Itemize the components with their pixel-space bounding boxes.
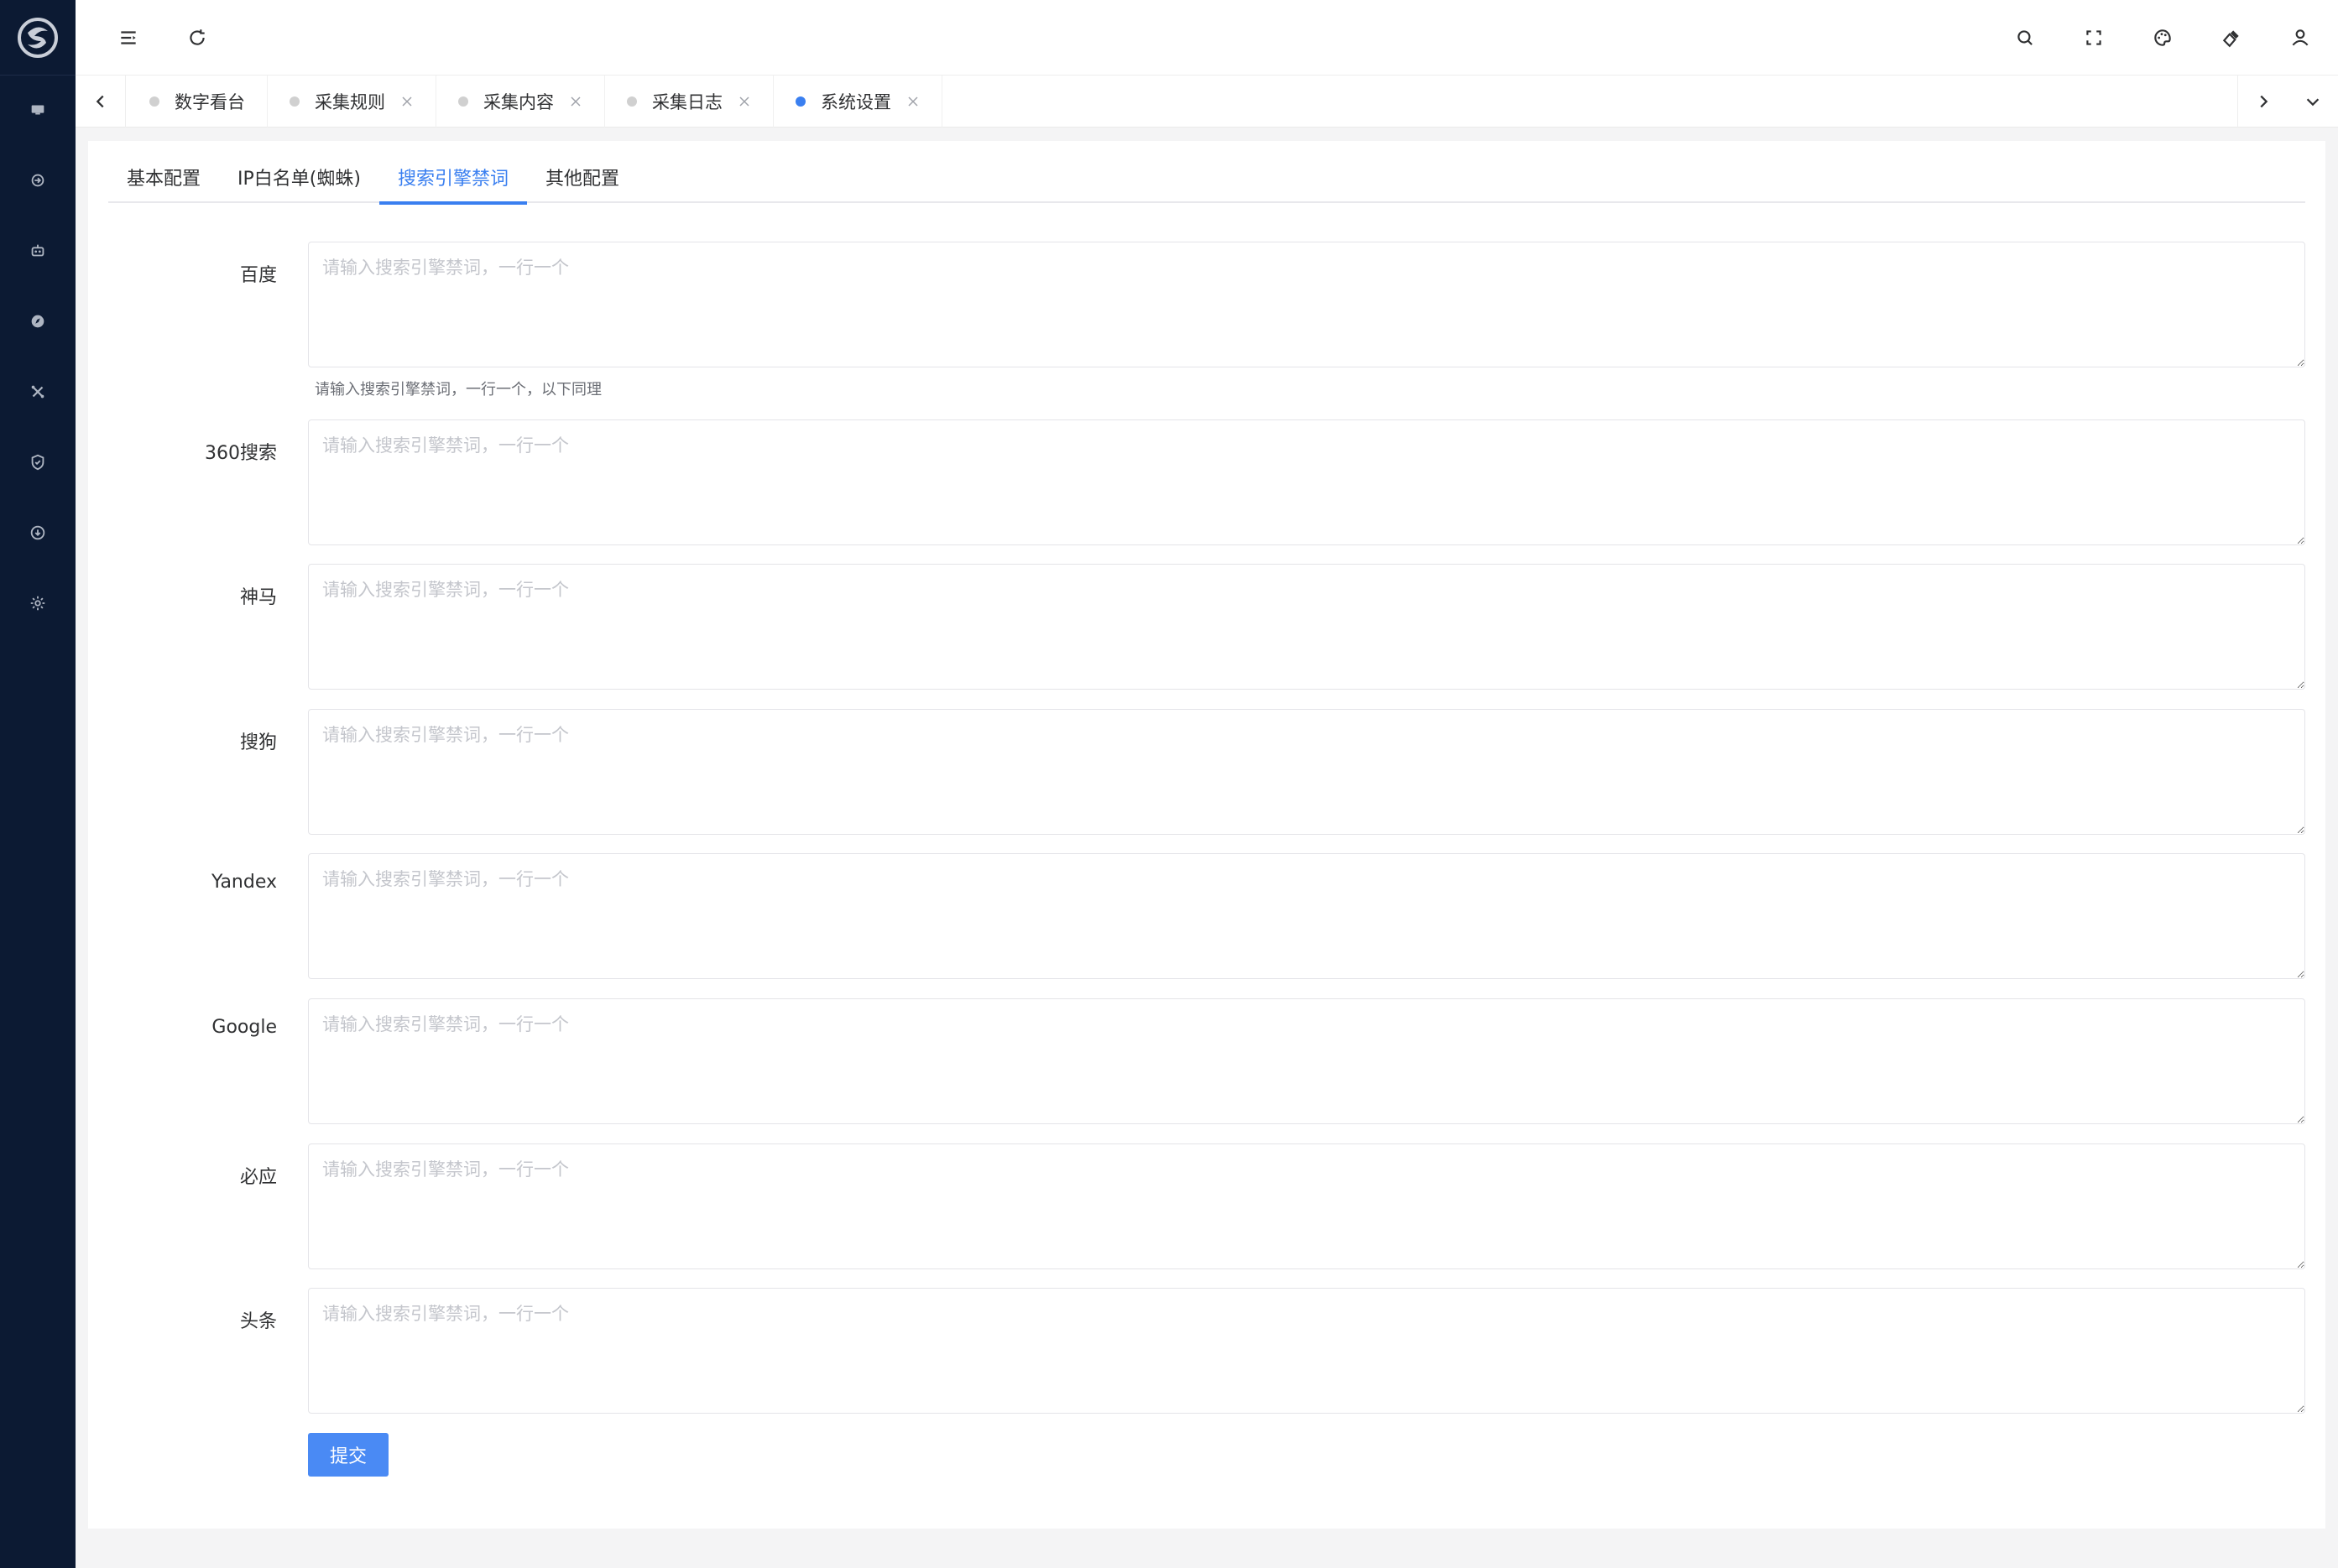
tab-label: 采集日志: [652, 92, 723, 112]
page-tabbar: 数字看台 采集规则 采集内容 采集日志 系统设置: [76, 76, 2338, 128]
field-label: 360搜索: [205, 443, 277, 464]
field-label: Google: [211, 1017, 277, 1038]
sidebar-item-download[interactable]: [0, 508, 76, 558]
sidebar-item-robot[interactable]: [0, 226, 76, 276]
subtab-ip-whitelist[interactable]: IP白名单(蜘蛛): [219, 156, 379, 203]
user-menu-button[interactable]: [2281, 18, 2320, 57]
tab-collect-rules[interactable]: 采集规则: [268, 76, 436, 128]
tab-scroll-right[interactable]: [2237, 76, 2288, 128]
submit-button[interactable]: 提交: [308, 1433, 389, 1477]
collapse-menu-icon: [121, 31, 136, 44]
toutiao-words-input[interactable]: [308, 1288, 2305, 1414]
user-icon: [2292, 29, 2309, 46]
subtab-search-engine-banned-words[interactable]: 搜索引擎禁词: [378, 156, 527, 205]
yandex-words-input[interactable]: [308, 853, 2305, 979]
close-icon: [908, 96, 918, 107]
sogou-words-input[interactable]: [308, 709, 2305, 835]
google-words-input[interactable]: [308, 998, 2305, 1124]
clear-cache-icon: [2222, 30, 2239, 48]
shield-icon: [31, 454, 44, 471]
shenma-words-input[interactable]: [308, 564, 2305, 690]
robot-icon: [31, 244, 44, 257]
chevron-left-icon: [96, 95, 104, 108]
sidebar-item-security[interactable]: [0, 437, 76, 487]
chevron-down-icon: [2306, 98, 2320, 107]
logo-icon: [18, 17, 58, 58]
tab-collect-content[interactable]: 采集内容: [436, 76, 605, 128]
tab-close-button[interactable]: [569, 95, 582, 108]
field-help-text: 请输入搜索引擎禁词，一行一个，以下同理: [315, 381, 602, 399]
top-header: [76, 0, 2338, 76]
fullscreen-button[interactable]: [2074, 18, 2113, 57]
close-icon: [402, 96, 412, 107]
field-label: 必应: [239, 1167, 277, 1188]
bing-words-input[interactable]: [308, 1143, 2305, 1269]
monitor-icon: [31, 105, 44, 115]
tab-dashboard[interactable]: 数字看台: [128, 76, 268, 128]
sidebar-item-tools[interactable]: [0, 367, 76, 417]
search-icon: [2017, 30, 2033, 45]
download-icon: [30, 525, 45, 540]
search-button[interactable]: [2006, 18, 2044, 57]
theme-button[interactable]: [2143, 18, 2182, 57]
tools-icon: [31, 385, 44, 399]
sidebar: [0, 0, 76, 1568]
refresh-button[interactable]: [178, 18, 217, 57]
theme-icon: [2154, 29, 2171, 46]
clear-cache-button[interactable]: [2212, 18, 2251, 57]
gear-icon: [30, 596, 45, 611]
tab-status-dot: [627, 96, 637, 107]
settings-subtabs: 基本配置 IP白名单(蜘蛛) 搜索引擎禁词 其他配置: [108, 156, 2305, 205]
tab-status-dot: [290, 96, 300, 107]
app-logo[interactable]: [0, 0, 76, 76]
sidebar-item-settings[interactable]: [0, 578, 76, 628]
sidebar-item-compass[interactable]: [0, 296, 76, 346]
close-icon: [739, 96, 749, 107]
tab-close-button[interactable]: [738, 95, 751, 108]
tab-scroll-left[interactable]: [76, 76, 126, 128]
sidebar-item-collect[interactable]: [0, 155, 76, 206]
tab-system-settings[interactable]: 系统设置: [774, 76, 942, 128]
chevron-right-icon: [2259, 95, 2268, 108]
field-label: 百度: [239, 265, 277, 286]
tab-label: 采集内容: [483, 92, 554, 112]
tab-status-dot: [458, 96, 468, 107]
tab-label: 数字看台: [175, 92, 245, 112]
subtab-basic-config[interactable]: 基本配置: [108, 156, 219, 203]
tab-list: 数字看台 采集规则 采集内容 采集日志 系统设置: [128, 76, 942, 128]
tab-collect-log[interactable]: 采集日志: [605, 76, 774, 128]
tab-status-dot: [149, 96, 159, 107]
collapse-menu-button[interactable]: [109, 18, 148, 57]
field-label: 神马: [239, 587, 277, 608]
so360-words-input[interactable]: [308, 419, 2305, 545]
field-label: 搜狗: [239, 732, 277, 753]
baidu-words-input[interactable]: [308, 242, 2305, 367]
sidebar-item-dashboard[interactable]: [0, 85, 76, 135]
collect-icon: [31, 174, 44, 187]
tab-more-dropdown[interactable]: [2288, 76, 2338, 128]
close-icon: [571, 96, 581, 107]
tab-label: 采集规则: [315, 92, 385, 112]
refresh-icon: [190, 29, 205, 45]
fullscreen-icon: [2086, 30, 2101, 45]
compass-icon: [31, 315, 44, 328]
field-label: Yandex: [211, 872, 277, 893]
settings-card: 基本配置 IP白名单(蜘蛛) 搜索引擎禁词 其他配置 百度 请输入搜索引擎禁词，…: [88, 141, 2325, 1529]
tab-label: 系统设置: [821, 92, 891, 112]
field-label: 头条: [239, 1311, 277, 1332]
tab-status-dot: [796, 96, 806, 107]
tab-close-button[interactable]: [906, 95, 920, 108]
subtab-other-config[interactable]: 其他配置: [527, 156, 638, 203]
tab-close-button[interactable]: [400, 95, 414, 108]
